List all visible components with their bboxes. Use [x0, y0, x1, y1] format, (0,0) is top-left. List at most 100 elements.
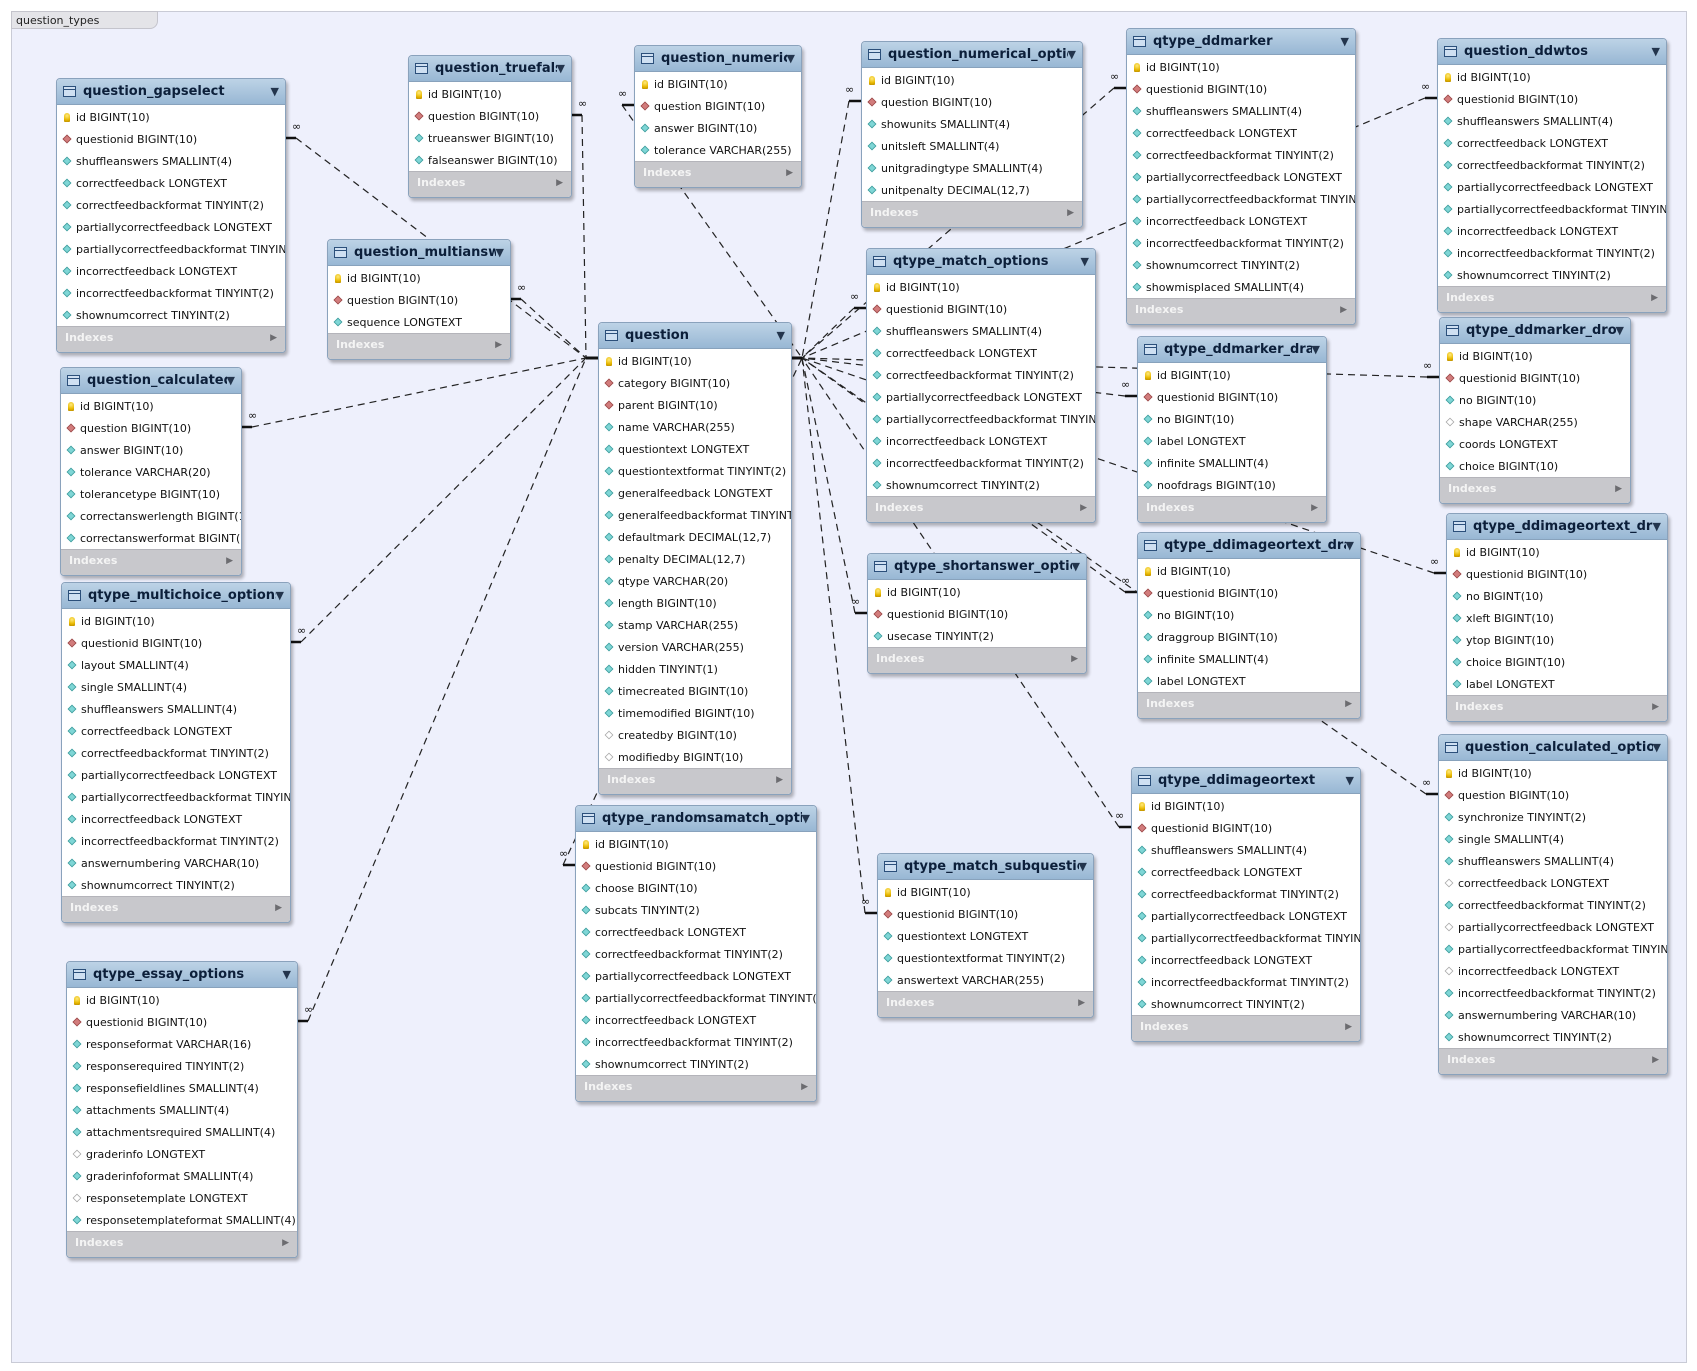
- collapse-caret-icon[interactable]: ▼: [276, 589, 284, 602]
- table-column[interactable]: questionid BIGINT(10): [57, 128, 285, 150]
- relationship-line[interactable]: [307, 357, 587, 1022]
- table-column[interactable]: id BIGINT(10): [576, 833, 816, 855]
- table-column[interactable]: questionid BIGINT(10): [67, 1011, 297, 1033]
- expand-arrow-icon[interactable]: ▶: [786, 168, 793, 178]
- collapse-caret-icon[interactable]: ▼: [1312, 343, 1320, 356]
- indexes-section[interactable]: Indexes ▶: [62, 896, 290, 918]
- table-column[interactable]: correctfeedbackformat TINYINT(2): [1132, 883, 1360, 905]
- table-column[interactable]: questionid BIGINT(10): [1138, 582, 1360, 604]
- table-column[interactable]: questiontextformat TINYINT(2): [599, 460, 791, 482]
- table-column[interactable]: label LONGTEXT: [1447, 673, 1667, 695]
- table-header[interactable]: question_truefalse▼: [409, 56, 571, 82]
- table-column[interactable]: tolerance VARCHAR(255): [635, 139, 801, 161]
- table-column[interactable]: questionid BIGINT(10): [1138, 386, 1326, 408]
- table-column[interactable]: responsefieldlines SMALLINT(4): [67, 1077, 297, 1099]
- table-header[interactable]: qtype_randomsamatch_options▼: [576, 806, 816, 832]
- table-qtype-ddmarker-drags[interactable]: qtype_ddmarker_drags▼id BIGINT(10)questi…: [1137, 336, 1327, 523]
- table-column[interactable]: partiallycorrectfeedbackformat TINYINT(2…: [1438, 198, 1666, 220]
- table-column[interactable]: questionid BIGINT(10): [1438, 88, 1666, 110]
- collapse-caret-icon[interactable]: ▼: [1079, 860, 1087, 873]
- table-column[interactable]: partiallycorrectfeedback LONGTEXT: [57, 216, 285, 238]
- table-column[interactable]: coords LONGTEXT: [1440, 433, 1630, 455]
- indexes-section[interactable]: Indexes ▶: [61, 549, 241, 571]
- table-column[interactable]: partiallycorrectfeedback LONGTEXT: [62, 764, 290, 786]
- expand-arrow-icon[interactable]: ▶: [1311, 503, 1318, 513]
- table-column[interactable]: id BIGINT(10): [67, 989, 297, 1011]
- table-header[interactable]: qtype_shortanswer_options▼: [868, 554, 1086, 580]
- table-header[interactable]: qtype_ddmarker_drags▼: [1138, 337, 1326, 363]
- table-column[interactable]: question BIGINT(10): [61, 417, 241, 439]
- table-column[interactable]: partiallycorrectfeedback LONGTEXT: [1127, 166, 1355, 188]
- table-column[interactable]: questionid BIGINT(10): [878, 903, 1093, 925]
- table-column[interactable]: partiallycorrectfeedback LONGTEXT: [867, 386, 1095, 408]
- collapse-caret-icon[interactable]: ▼: [271, 85, 279, 98]
- table-header[interactable]: qtype_ddmarker_drops▼: [1440, 318, 1630, 344]
- table-column[interactable]: shuffleanswers SMALLINT(4): [1438, 110, 1666, 132]
- table-column[interactable]: incorrectfeedback LONGTEXT: [1438, 220, 1666, 242]
- table-column[interactable]: partiallycorrectfeedbackformat TINYINT(2…: [1132, 927, 1360, 949]
- table-column[interactable]: infinite SMALLINT(4): [1138, 648, 1360, 670]
- indexes-section[interactable]: Indexes ▶: [862, 201, 1082, 223]
- table-question-numerical-options[interactable]: question_numerical_options▼id BIGINT(10)…: [861, 41, 1083, 228]
- expand-arrow-icon[interactable]: ▶: [1078, 998, 1085, 1008]
- table-question-calculated[interactable]: question_calculated ▼ id BIGINT(10) questio…: [60, 367, 242, 576]
- indexes-section[interactable]: Indexes ▶: [1438, 286, 1666, 308]
- table-column[interactable]: incorrectfeedback LONGTEXT: [576, 1009, 816, 1031]
- table-column[interactable]: id BIGINT(10): [1439, 762, 1667, 784]
- table-column[interactable]: id BIGINT(10): [1138, 560, 1360, 582]
- collapse-caret-icon[interactable]: ▼: [777, 329, 785, 342]
- table-column[interactable]: single SMALLINT(4): [62, 676, 290, 698]
- table-column[interactable]: id BIGINT(10): [1132, 795, 1360, 817]
- table-column[interactable]: incorrectfeedbackformat TINYINT(2): [1132, 971, 1360, 993]
- table-column[interactable]: correctfeedbackformat TINYINT(2): [1438, 154, 1666, 176]
- table-column[interactable]: timecreated BIGINT(10): [599, 680, 791, 702]
- table-column[interactable]: shuffleanswers SMALLINT(4): [57, 150, 285, 172]
- expand-arrow-icon[interactable]: ▶: [1652, 1055, 1659, 1065]
- table-column[interactable]: incorrectfeedbackformat TINYINT(2): [1438, 242, 1666, 264]
- table-column[interactable]: choose BIGINT(10): [576, 877, 816, 899]
- table-qtype-ddimageortext-drops[interactable]: qtype_ddimageortext_drops▼id BIGINT(10)q…: [1446, 513, 1668, 722]
- collapse-caret-icon[interactable]: ▼: [283, 968, 291, 981]
- table-column[interactable]: graderinfoformat SMALLINT(4): [67, 1165, 297, 1187]
- table-column[interactable]: usecase TINYINT(2): [868, 625, 1086, 647]
- indexes-section[interactable]: Indexes ▶: [409, 171, 571, 193]
- expand-arrow-icon[interactable]: ▶: [1345, 699, 1352, 709]
- table-column[interactable]: questionid BIGINT(10): [1440, 367, 1630, 389]
- collapse-caret-icon[interactable]: ▼: [227, 374, 235, 387]
- table-question-multianswer[interactable]: question_multianswer▼id BIGINT(10)questi…: [327, 239, 511, 360]
- table-column[interactable]: partiallycorrectfeedbackformat TINYINT(2…: [867, 408, 1095, 430]
- indexes-section[interactable]: Indexes ▶: [867, 496, 1095, 518]
- table-column[interactable]: label LONGTEXT: [1138, 430, 1326, 452]
- table-column[interactable]: question BIGINT(10): [862, 91, 1082, 113]
- table-qtype-essay-options[interactable]: qtype_essay_options ▼ id BIGINT(10) questio…: [66, 961, 298, 1258]
- relationship-line[interactable]: [581, 114, 587, 359]
- expand-arrow-icon[interactable]: ▶: [1615, 484, 1622, 494]
- table-column[interactable]: incorrectfeedback LONGTEXT: [1439, 960, 1667, 982]
- table-column[interactable]: penalty DECIMAL(12,7): [599, 548, 791, 570]
- expand-arrow-icon[interactable]: ▶: [282, 1238, 289, 1248]
- table-column[interactable]: qtype VARCHAR(20): [599, 570, 791, 592]
- table-column[interactable]: answer BIGINT(10): [61, 439, 241, 461]
- table-column[interactable]: shuffleanswers SMALLINT(4): [1132, 839, 1360, 861]
- table-column[interactable]: incorrectfeedback LONGTEXT: [57, 260, 285, 282]
- table-column[interactable]: incorrectfeedbackformat TINYINT(2): [62, 830, 290, 852]
- table-column[interactable]: correctfeedback LONGTEXT: [1439, 872, 1667, 894]
- expand-arrow-icon[interactable]: ▶: [1067, 208, 1074, 218]
- table-column[interactable]: shownumcorrect TINYINT(2): [1127, 254, 1355, 276]
- indexes-section[interactable]: Indexes ▶: [635, 161, 801, 183]
- table-column[interactable]: question BIGINT(10): [1439, 784, 1667, 806]
- table-question[interactable]: question ▼ id BIGINT(10) category BIGINT(10…: [598, 322, 792, 795]
- table-header[interactable]: qtype_match_options ▼: [867, 249, 1095, 275]
- indexes-section[interactable]: Indexes ▶: [328, 333, 510, 355]
- table-column[interactable]: incorrectfeedbackformat TINYINT(2): [1439, 982, 1667, 1004]
- table-column[interactable]: shownumcorrect TINYINT(2): [576, 1053, 816, 1075]
- table-column[interactable]: responsetemplateformat SMALLINT(4): [67, 1209, 297, 1231]
- collapse-caret-icon[interactable]: ▼: [802, 812, 810, 825]
- indexes-section[interactable]: Indexes ▶: [1440, 477, 1630, 499]
- collapse-caret-icon[interactable]: ▼: [1346, 539, 1354, 552]
- table-column[interactable]: responsetemplate LONGTEXT: [67, 1187, 297, 1209]
- table-header[interactable]: qtype_ddimageortext_drops▼: [1447, 514, 1667, 540]
- table-column[interactable]: id BIGINT(10): [867, 276, 1095, 298]
- table-column[interactable]: synchronize TINYINT(2): [1439, 806, 1667, 828]
- table-header[interactable]: qtype_ddimageortext ▼: [1132, 768, 1360, 794]
